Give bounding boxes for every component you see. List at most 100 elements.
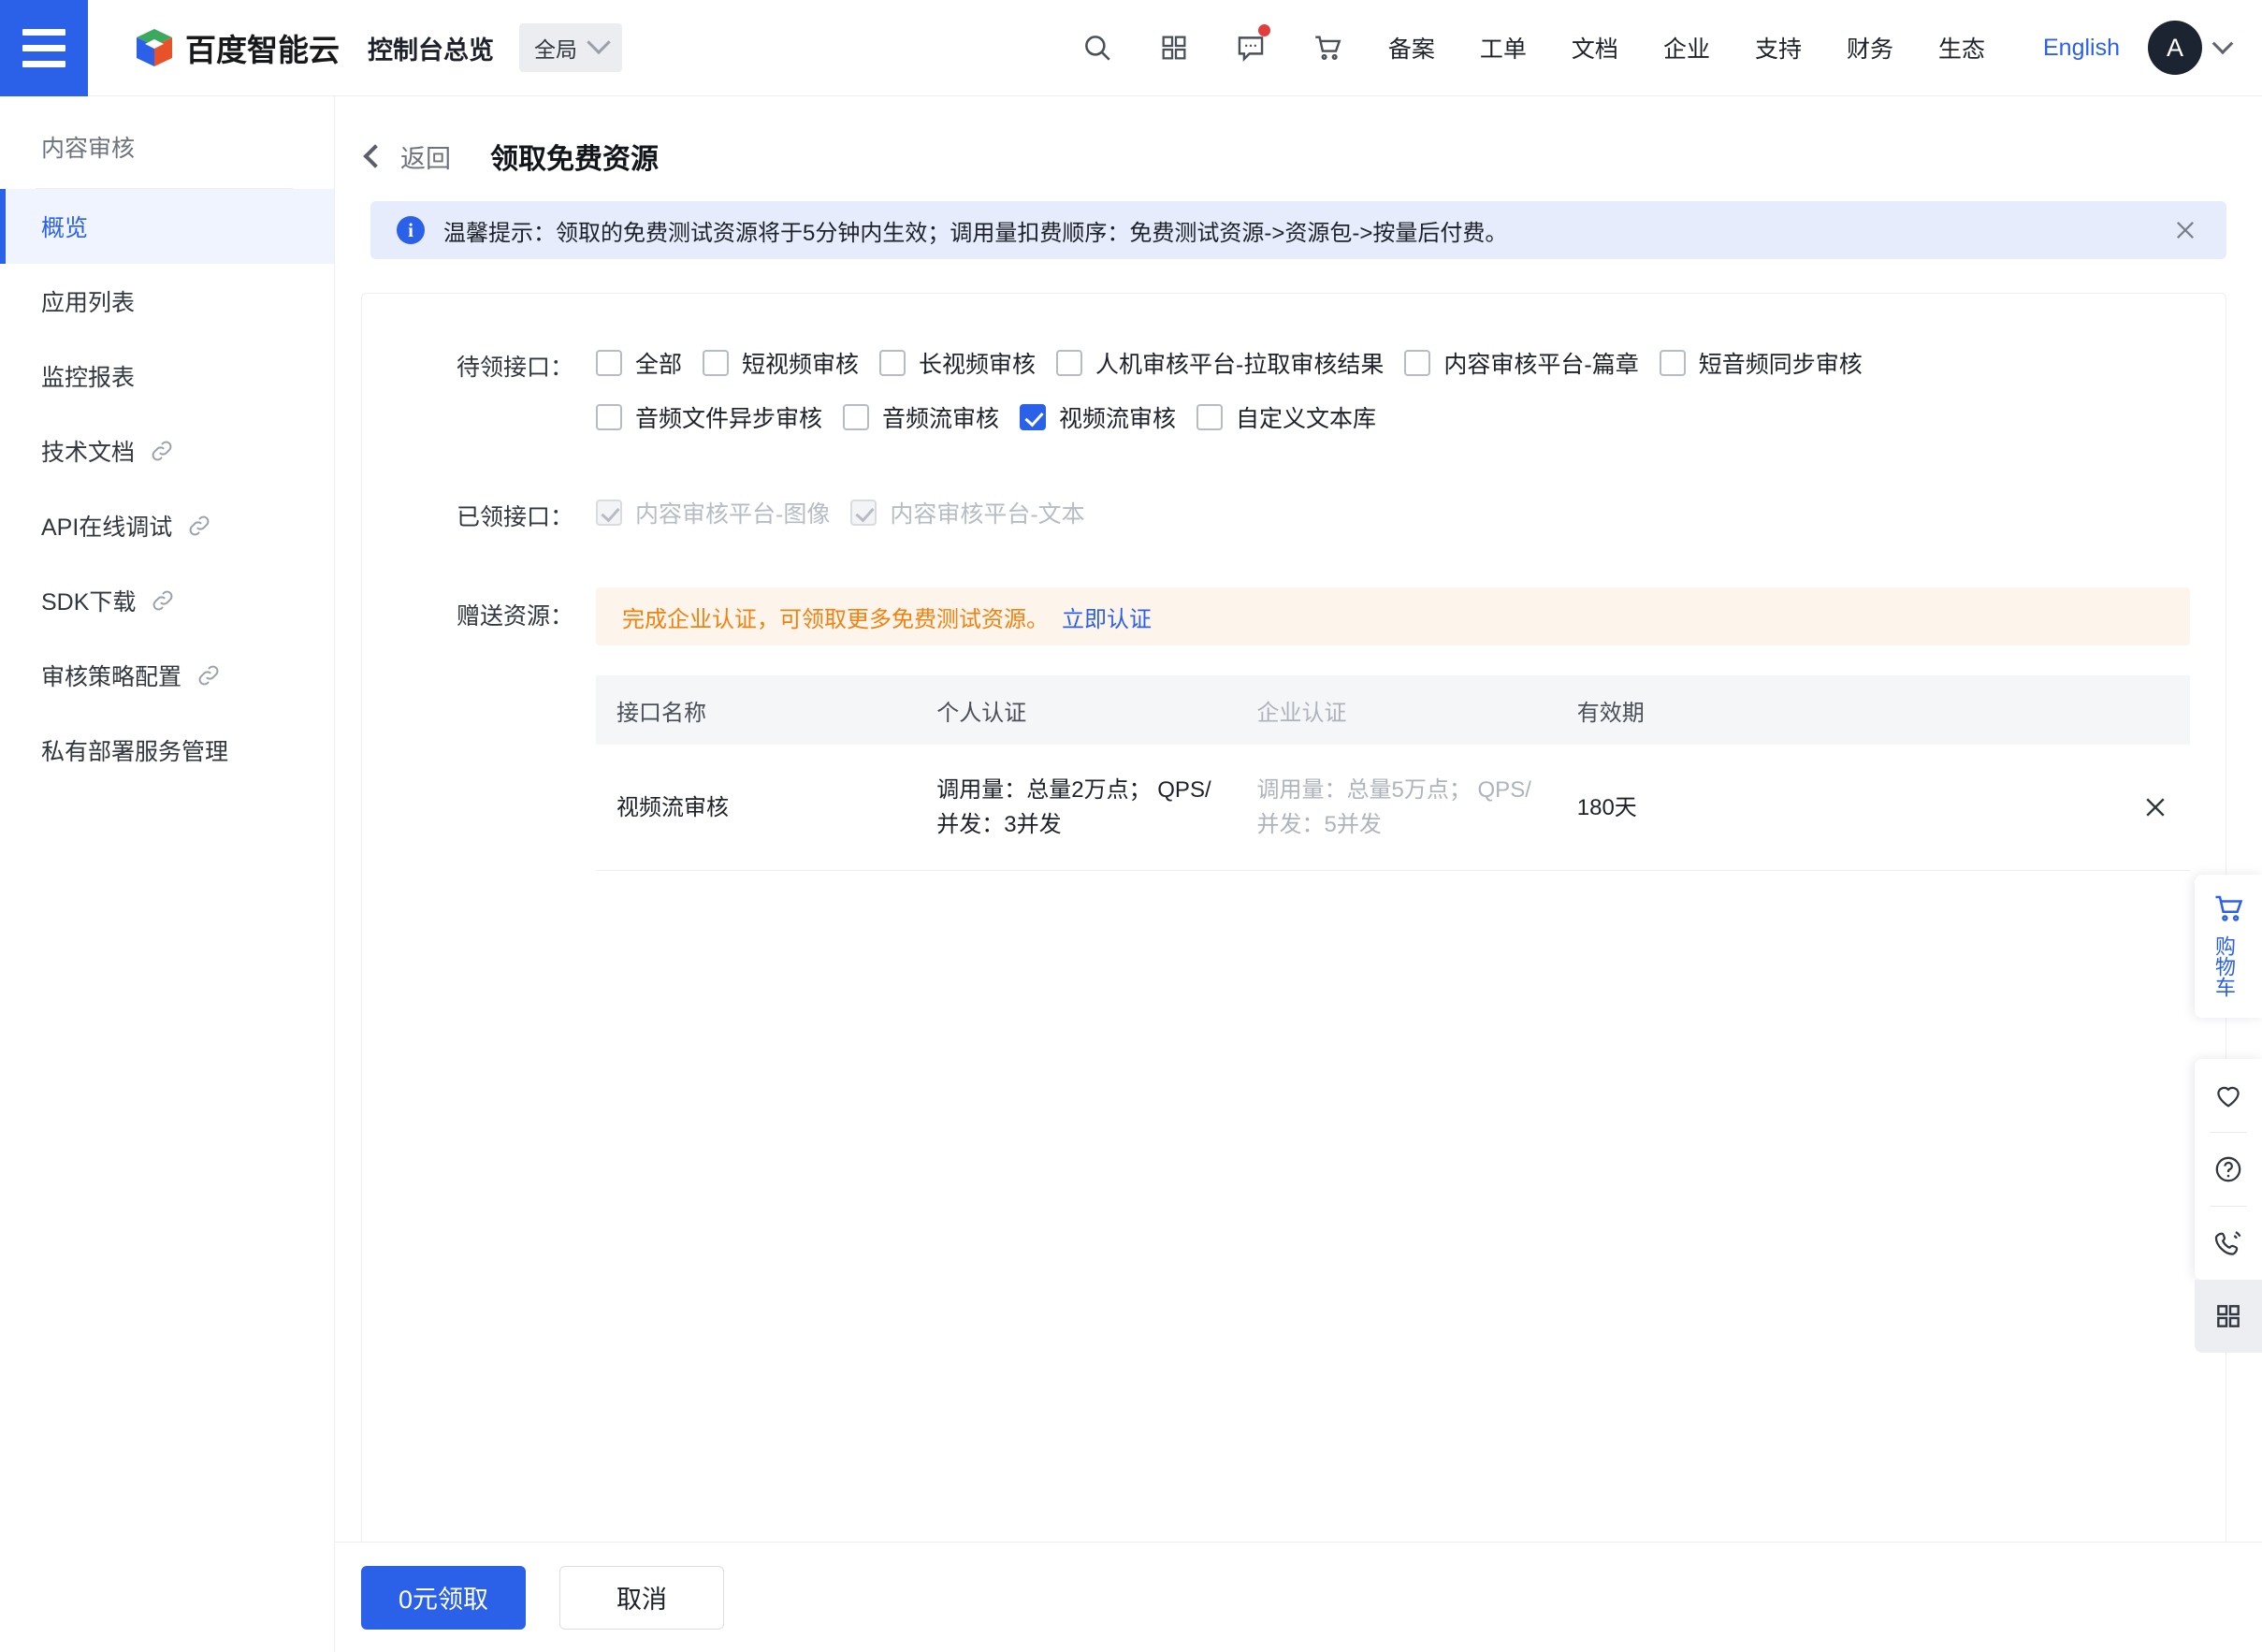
nav-link-ecosystem[interactable]: 生态 [1916, 31, 2008, 65]
checkbox-content-audit-platform-article[interactable]: 内容审核平台-篇章 [1404, 346, 1638, 380]
close-icon[interactable] [2172, 217, 2198, 243]
checkbox-label: 短音频同步审核 [1699, 346, 1863, 380]
verify-now-link[interactable]: 立即认证 [1062, 601, 1152, 633]
resource-table-wrapper: 接口名称 个人认证 企业认证 有效期 视频流审核 调用量：总量2万点； QPS/… [596, 675, 2190, 871]
table-col-actions [1877, 675, 2190, 745]
footer-action-bar: 0元领取 取消 [335, 1542, 2262, 1652]
hamburger-bar [22, 45, 65, 51]
checkbox-box [1020, 404, 1046, 430]
back-button[interactable]: 返回 [400, 138, 451, 175]
claimed-interfaces-row: 已领接口： 内容审核平台-图像 内容审核平台-文本 [362, 496, 2226, 539]
info-banner: i 温馨提示：领取的免费测试资源将于5分钟内生效；调用量扣费顺序：免费测试资源-… [370, 201, 2226, 259]
nav-link-beian[interactable]: 备案 [1366, 31, 1457, 65]
claimed-interfaces-line: 内容审核平台-图像 内容审核平台-文本 [596, 496, 2226, 529]
pending-interfaces-row: 待领接口： 全部 短视频审核 长视频审核 [362, 346, 2226, 434]
pending-interfaces-body: 全部 短视频审核 长视频审核 人机审核平台-拉取审核结果 [596, 346, 2226, 434]
gift-resource-row: 赠送资源： 完成企业认证，可领取更多免费测试资源。 立即认证 [362, 587, 2226, 645]
checkbox-human-machine-platform-fetch-result[interactable]: 人机审核平台-拉取审核结果 [1056, 346, 1384, 380]
sidebar-item-label: API在线调试 [41, 509, 172, 543]
table-col-validity: 有效期 [1557, 675, 1877, 745]
nav-link-finance[interactable]: 财务 [1824, 31, 1916, 65]
checkbox-long-video-audit[interactable]: 长视频审核 [879, 346, 1036, 380]
rail-cart-label: 购物车 [2211, 935, 2236, 997]
checkbox-label: 视频流审核 [1059, 400, 1176, 434]
main-content: 返回 领取免费资源 i 温馨提示：领取的免费测试资源将于5分钟内生效；调用量扣费… [335, 96, 2262, 1652]
checkbox-box [1404, 350, 1430, 376]
gift-resource-banner: 完成企业认证，可领取更多免费测试资源。 立即认证 [596, 587, 2190, 645]
nav-link-enterprise[interactable]: 企业 [1641, 31, 1733, 65]
checkbox-audio-stream-audit[interactable]: 音频流审核 [843, 400, 999, 434]
checkbox-box [596, 404, 622, 430]
external-link-icon [150, 439, 174, 463]
resource-table-body: 视频流审核 调用量：总量2万点； QPS/并发：3并发 调用量：总量5万点； Q… [596, 745, 2190, 871]
nav-link-support[interactable]: 支持 [1733, 31, 1824, 65]
checkbox-all[interactable]: 全部 [596, 346, 682, 380]
checkbox-video-stream-audit[interactable]: 视频流审核 [1020, 400, 1176, 434]
rail-cart-button[interactable]: 购物车 [2211, 875, 2245, 1018]
sidebar-item-label: SDK下载 [41, 584, 136, 617]
claim-free-button[interactable]: 0元领取 [361, 1566, 526, 1630]
rail-spacer [2195, 1018, 2262, 1059]
message-icon[interactable] [1212, 0, 1289, 96]
checkbox-label: 全部 [635, 346, 682, 380]
chevron-down-icon[interactable] [2212, 33, 2234, 54]
baidu-cloud-logo-icon [135, 27, 174, 68]
region-selector[interactable]: 全局 [519, 23, 622, 72]
sidebar-item-overview[interactable]: 概览 [0, 189, 334, 264]
cart-icon[interactable] [1289, 0, 1366, 96]
checkbox-label: 内容审核平台-文本 [890, 496, 1084, 529]
sidebar-item-audit-policy[interactable]: 审核策略配置 [0, 638, 334, 713]
header-nav: 备案 工单 文档 企业 支持 财务 生态 English A [1059, 0, 2262, 96]
table-col-interface-name: 接口名称 [596, 675, 916, 745]
info-icon: i [397, 216, 425, 244]
resource-table-head: 接口名称 个人认证 企业认证 有效期 [596, 675, 2190, 745]
rail-cart-card[interactable]: 购物车 [2195, 875, 2262, 1018]
checkbox-box [1660, 350, 1686, 376]
rail-phone-button[interactable] [2195, 1207, 2262, 1280]
table-row: 视频流审核 调用量：总量2万点； QPS/并发：3并发 调用量：总量5万点； Q… [596, 745, 2190, 871]
checkbox-box [596, 350, 622, 376]
checkbox-label: 内容审核平台-篇章 [1443, 346, 1638, 380]
checkbox-short-video-audit[interactable]: 短视频审核 [703, 346, 859, 380]
chevron-down-icon [587, 31, 610, 54]
rail-help-button[interactable] [2195, 1133, 2262, 1206]
gift-resource-label: 赠送资源： [362, 587, 596, 645]
checkbox-box [879, 350, 906, 376]
checkbox-label: 短视频审核 [742, 346, 859, 380]
hamburger-menu-icon[interactable] [0, 0, 88, 96]
language-switch-english[interactable]: English [2008, 35, 2148, 62]
rail-favorites-button[interactable] [2195, 1059, 2262, 1132]
gift-banner-text: 完成企业认证，可领取更多免费测试资源。 [622, 601, 1049, 633]
sidebar-item-monitor-report[interactable]: 监控报表 [0, 339, 334, 413]
checkbox-label: 音频流审核 [882, 400, 999, 434]
search-icon[interactable] [1059, 0, 1136, 96]
checkbox-custom-text-library[interactable]: 自定义文本库 [1196, 400, 1376, 434]
nav-link-ticket[interactable]: 工单 [1457, 31, 1549, 65]
brand-logo-link[interactable]: 百度智能云 [135, 25, 340, 70]
resource-claim-card: 待领接口： 全部 短视频审核 长视频审核 [361, 293, 2226, 1652]
app-grid-icon[interactable] [1136, 0, 1212, 96]
pending-interfaces-line-1: 全部 短视频审核 长视频审核 人机审核平台-拉取审核结果 [596, 346, 2226, 380]
sidebar-item-sdk-download[interactable]: SDK下载 [0, 563, 334, 638]
sidebar-item-private-deploy[interactable]: 私有部署服务管理 [0, 713, 334, 788]
region-selector-label: 全局 [534, 32, 577, 64]
checkbox-audio-file-async-audit[interactable]: 音频文件异步审核 [596, 400, 822, 434]
checkbox-content-audit-platform-image: 内容审核平台-图像 [596, 496, 830, 529]
checkbox-label: 人机审核平台-拉取审核结果 [1095, 346, 1384, 380]
rail-apps-button[interactable] [2195, 1280, 2262, 1353]
info-banner-text: 温馨提示：领取的免费测试资源将于5分钟内生效；调用量扣费顺序：免费测试资源->资… [443, 214, 1507, 247]
checkbox-short-audio-sync-audit[interactable]: 短音频同步审核 [1660, 346, 1863, 380]
cell-validity: 180天 [1557, 745, 1877, 871]
sidebar-item-api-debug[interactable]: API在线调试 [0, 488, 334, 563]
cancel-button[interactable]: 取消 [559, 1566, 724, 1630]
console-title[interactable]: 控制台总览 [368, 30, 494, 66]
nav-link-docs[interactable]: 文档 [1549, 31, 1641, 65]
sidebar-item-tech-docs[interactable]: 技术文档 [0, 413, 334, 488]
sidebar-item-app-list[interactable]: 应用列表 [0, 264, 334, 339]
chevron-left-icon[interactable] [363, 144, 386, 167]
help-icon [2212, 1153, 2244, 1185]
checkbox-box [703, 350, 729, 376]
avatar[interactable]: A [2148, 21, 2202, 75]
external-link-icon [187, 514, 211, 538]
close-icon[interactable] [2141, 793, 2169, 821]
